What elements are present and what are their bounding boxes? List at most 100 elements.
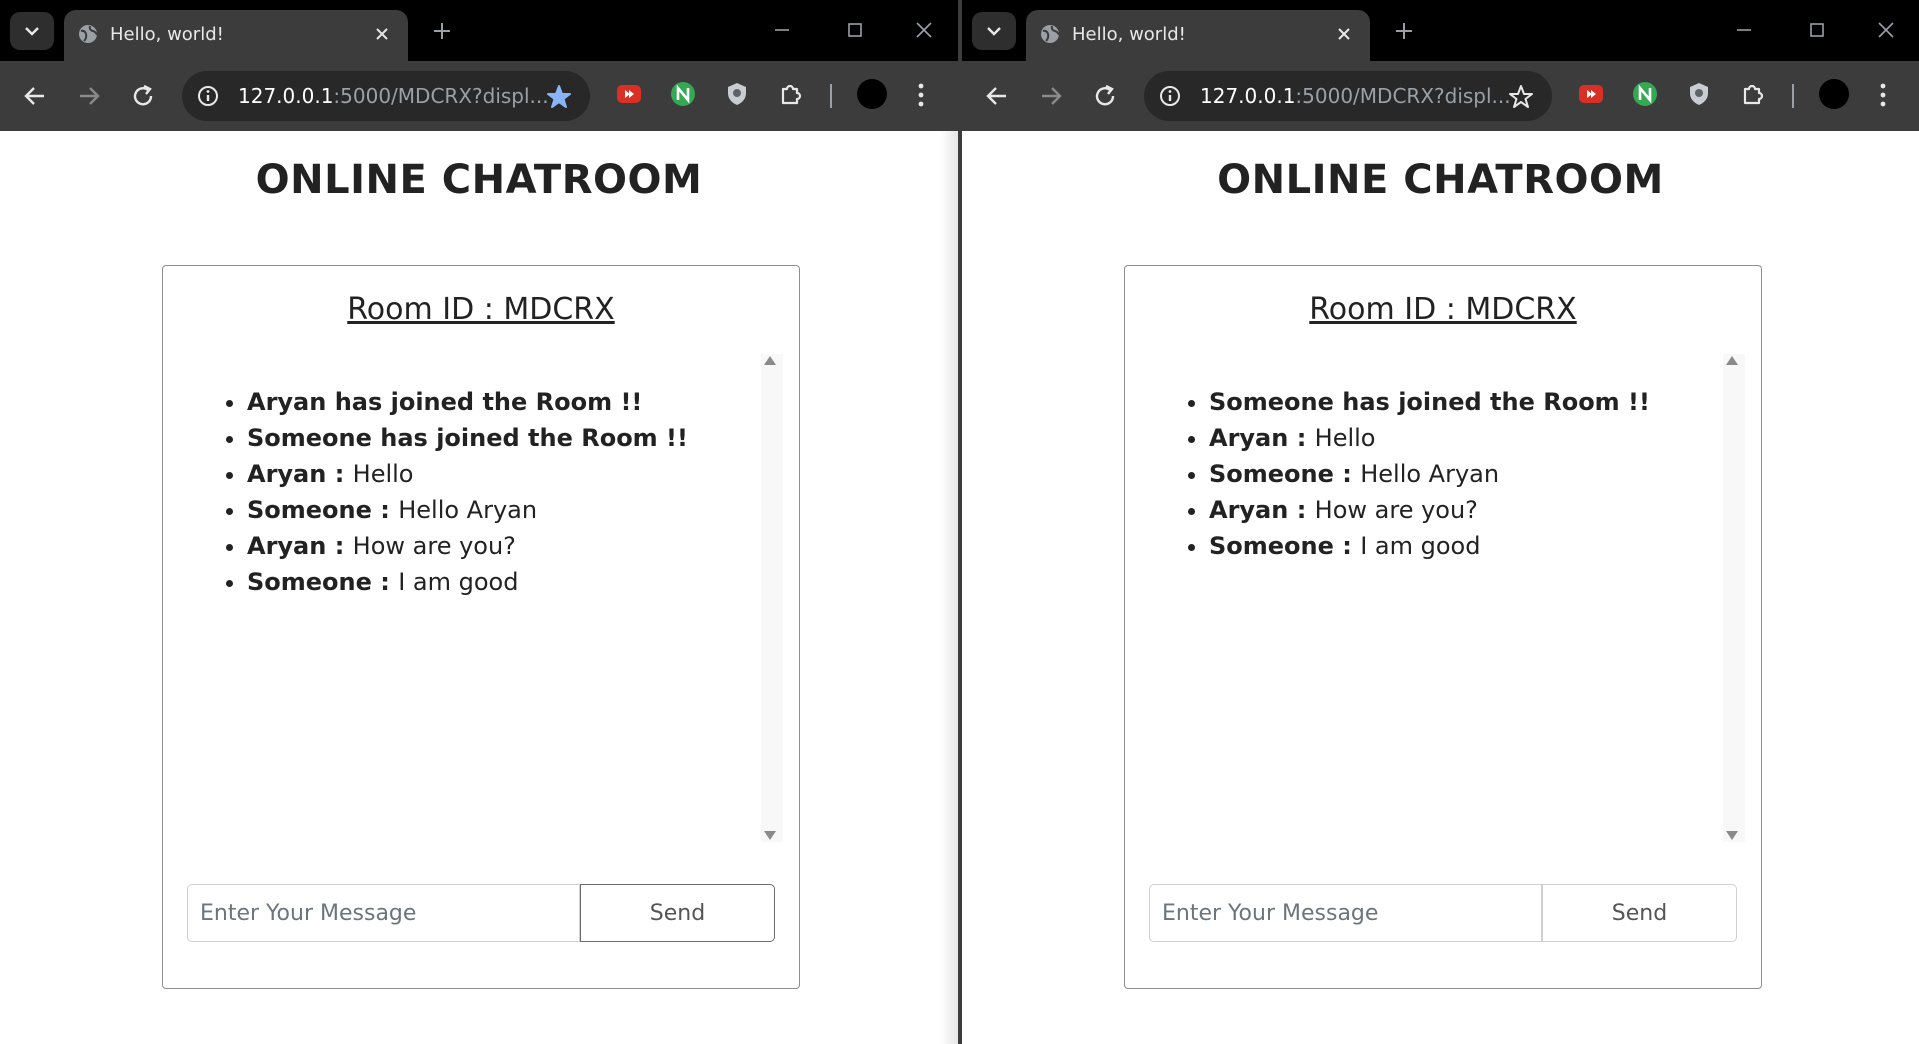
message-sender: Someone has joined the Room !! <box>1209 388 1650 416</box>
url-host: 127.0.0.1 <box>238 84 334 108</box>
message-item: Aryan : How are you? <box>1209 492 1650 528</box>
message-item: Aryan : Hello <box>247 456 688 492</box>
extension-shield-icon[interactable] <box>1686 81 1712 107</box>
page-title: ONLINE CHATROOM <box>1217 157 1664 203</box>
scroll-down-arrow-icon[interactable] <box>763 830 777 842</box>
browser-window-right: Hello, world! 127.0.0.1:5000/MDCRX?displ… <box>962 0 1919 1044</box>
profile-avatar[interactable] <box>1819 79 1849 109</box>
extension-shield-icon[interactable] <box>724 81 750 107</box>
message-sender: Aryan has joined the Room !! <box>247 388 643 416</box>
tab-bar: Hello, world! <box>962 0 1919 61</box>
scroll-up-arrow-icon[interactable] <box>763 354 777 366</box>
scroll-down-arrow-icon[interactable] <box>1725 830 1739 842</box>
message-text: How are you? <box>352 532 516 560</box>
web-page: ONLINE CHATROOM Room ID : MDCRX Aryan ha… <box>0 131 958 1044</box>
window-edge-shadow <box>940 131 958 1044</box>
message-item: Someone : I am good <box>1209 528 1650 564</box>
message-text: Hello <box>352 460 414 488</box>
tab-search-icon <box>25 27 39 36</box>
site-info-icon[interactable] <box>1158 84 1182 108</box>
message-sender: Someone : <box>247 496 399 524</box>
bookmark-star-icon[interactable] <box>1508 84 1534 110</box>
room-id: Room ID : MDCRX <box>347 292 615 327</box>
message-input[interactable] <box>1149 884 1542 942</box>
forward-icon[interactable] <box>76 83 102 109</box>
room-id: Room ID : MDCRX <box>1309 292 1577 327</box>
minimize-icon[interactable] <box>770 18 794 42</box>
message-text: Hello Aryan <box>1360 460 1500 488</box>
extension-n-icon[interactable] <box>1632 81 1658 107</box>
close-tab-icon[interactable] <box>1332 22 1356 46</box>
web-page: ONLINE CHATROOM Room ID : MDCRX Someone … <box>962 131 1919 1044</box>
message-item: Someone : Hello Aryan <box>247 492 688 528</box>
desktop: Hello, world! 127.0.0.1:5000/MDCRX?displ… <box>0 0 1919 1044</box>
scrollbar-track[interactable] <box>761 354 783 842</box>
message-form: Send <box>187 884 775 942</box>
message-sender: Aryan : <box>247 460 353 488</box>
menu-kebab-icon[interactable] <box>1878 81 1888 109</box>
extension-n-icon[interactable] <box>670 81 696 107</box>
new-tab-icon[interactable] <box>430 19 454 43</box>
message-text: I am good <box>398 568 519 596</box>
message-item: Aryan : How are you? <box>247 528 688 564</box>
scrollbar-track[interactable] <box>1723 354 1745 842</box>
close-tab-icon[interactable] <box>370 22 394 46</box>
message-text: How are you? <box>1314 496 1478 524</box>
message-item: Aryan has joined the Room !! <box>247 384 688 420</box>
toolbar-separator <box>1792 84 1794 108</box>
message-input[interactable] <box>187 884 580 942</box>
message-sender: Someone has joined the Room !! <box>247 424 688 452</box>
send-button[interactable]: Send <box>580 884 775 942</box>
scroll-up-arrow-icon[interactable] <box>1725 354 1739 366</box>
url-host: 127.0.0.1 <box>1200 84 1296 108</box>
message-sender: Aryan : <box>1209 424 1315 452</box>
tab-title: Hello, world! <box>110 24 224 45</box>
profile-avatar[interactable] <box>857 79 887 109</box>
globe-icon <box>1041 25 1060 43</box>
message-list[interactable]: Aryan has joined the Room !! Someone has … <box>183 354 783 842</box>
message-list[interactable]: Someone has joined the Room !! Aryan : He… <box>1145 354 1745 842</box>
tab-search-button[interactable] <box>972 12 1016 50</box>
message-item: Someone : I am good <box>247 564 688 600</box>
url-text: 127.0.0.1:5000/MDCRX?displ... <box>1200 84 1511 108</box>
tab-active[interactable]: Hello, world! <box>1026 10 1370 61</box>
new-tab-icon[interactable] <box>1392 19 1416 43</box>
url-path: :5000/MDCRX?displ... <box>333 84 549 108</box>
message-item: Aryan : Hello <box>1209 420 1650 456</box>
globe-icon <box>79 25 98 43</box>
tab-search-button[interactable] <box>10 12 54 50</box>
address-bar[interactable]: 127.0.0.1:5000/MDCRX?displ... <box>1144 71 1552 121</box>
bookmark-star-icon[interactable] <box>546 84 572 110</box>
address-bar[interactable]: 127.0.0.1:5000/MDCRX?displ... <box>182 71 590 121</box>
message-sender: Someone : <box>1209 460 1361 488</box>
site-info-icon[interactable] <box>196 84 220 108</box>
back-icon[interactable] <box>22 83 48 109</box>
chat-card: Room ID : MDCRX Aryan has joined the Roo… <box>162 265 800 989</box>
menu-kebab-icon[interactable] <box>916 81 926 109</box>
forward-icon[interactable] <box>1038 83 1064 109</box>
close-window-icon[interactable] <box>1874 18 1898 42</box>
tab-active[interactable]: Hello, world! <box>64 10 408 61</box>
message-sender: Aryan : <box>247 532 353 560</box>
maximize-icon[interactable] <box>1805 18 1829 42</box>
browser-toolbar: 127.0.0.1:5000/MDCRX?displ... <box>0 61 958 131</box>
message-text: Hello <box>1314 424 1376 452</box>
extensions-puzzle-icon[interactable] <box>778 81 804 107</box>
message-text: I am good <box>1360 532 1481 560</box>
close-window-icon[interactable] <box>912 18 936 42</box>
send-button[interactable]: Send <box>1542 884 1737 942</box>
message-form: Send <box>1149 884 1737 942</box>
url-text: 127.0.0.1:5000/MDCRX?displ... <box>238 84 549 108</box>
tab-search-icon <box>987 27 1001 36</box>
reload-icon[interactable] <box>130 83 156 109</box>
message-sender: Aryan : <box>1209 496 1315 524</box>
minimize-icon[interactable] <box>1732 18 1756 42</box>
extension-youtube-icon[interactable] <box>616 81 642 107</box>
extension-youtube-icon[interactable] <box>1578 81 1604 107</box>
maximize-icon[interactable] <box>843 18 867 42</box>
message-item: Someone : Hello Aryan <box>1209 456 1650 492</box>
extensions-puzzle-icon[interactable] <box>1740 81 1766 107</box>
reload-icon[interactable] <box>1092 83 1118 109</box>
tab-title: Hello, world! <box>1072 24 1186 45</box>
back-icon[interactable] <box>984 83 1010 109</box>
